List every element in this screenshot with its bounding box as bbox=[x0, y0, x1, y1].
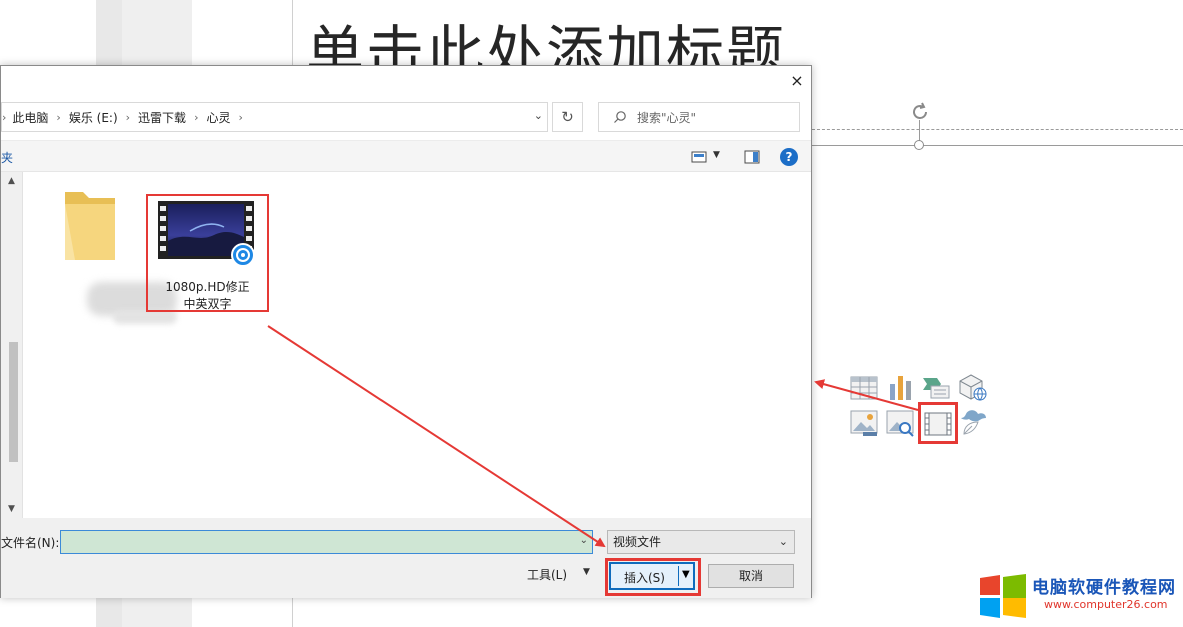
chevron-right-icon: › bbox=[194, 110, 199, 124]
view-options-dropdown-icon[interactable]: ▼ bbox=[713, 150, 720, 160]
chevron-down-icon[interactable]: ⌄ bbox=[580, 535, 588, 546]
split-divider bbox=[678, 566, 679, 586]
dialog-footer: 文件名(N): ⌄ 视频文件 ⌄ 工具(L) ▼ 插入(S) ▼ 取消 bbox=[1, 518, 811, 598]
chevron-down-icon: ⌄ bbox=[778, 535, 788, 548]
scroll-down-icon[interactable]: ▼ bbox=[8, 504, 15, 514]
help-icon[interactable]: ? bbox=[780, 148, 798, 166]
breadcrumb-this-pc[interactable]: 此电脑 bbox=[12, 109, 48, 126]
online-picture-icon[interactable] bbox=[885, 408, 915, 438]
search-input[interactable]: 搜索"心灵" bbox=[598, 102, 800, 132]
search-placeholder: 搜索"心灵" bbox=[637, 110, 697, 125]
video-filename: 1080p.HD修正 中英双字 bbox=[154, 279, 261, 313]
scroll-up-icon[interactable]: ▲ bbox=[8, 176, 15, 186]
title-box-border bbox=[812, 129, 1183, 130]
smartart-icon[interactable] bbox=[921, 372, 951, 402]
chevron-right-icon: › bbox=[56, 110, 61, 124]
video-file-item[interactable]: 1080p.HD修正 中英双字 bbox=[146, 194, 269, 312]
resize-handle[interactable] bbox=[914, 140, 924, 150]
picture-icon[interactable] bbox=[849, 408, 879, 438]
chevron-right-icon: › bbox=[125, 110, 131, 124]
address-bar[interactable]: › 此电脑 › 娱乐 (E:) › 迅雷下载 › 心灵 › ⌄ bbox=[1, 102, 548, 132]
search-icon bbox=[614, 111, 626, 123]
close-icon[interactable]: × bbox=[787, 71, 807, 91]
nav-pane-scrollbar[interactable]: ▲ ▼ bbox=[1, 172, 23, 518]
watermark-url: www.computer26.com bbox=[1044, 598, 1168, 611]
tools-dropdown-icon[interactable]: ▼ bbox=[583, 567, 590, 577]
refresh-button[interactable]: ↻ bbox=[552, 102, 583, 132]
breadcrumb-xinling[interactable]: 心灵 bbox=[206, 109, 230, 126]
tools-button[interactable]: 工具(L) bbox=[527, 566, 567, 583]
folder-icon bbox=[65, 192, 115, 260]
powerpoint-window: 单击此处添加标题 × › 此电脑 › 娱乐 (E:) › 迅雷下载 › 心灵 ›… bbox=[0, 0, 1183, 627]
video-icon-highlight bbox=[918, 402, 958, 444]
filename-field[interactable]: ⌄ bbox=[60, 530, 593, 554]
chart-icon[interactable] bbox=[886, 372, 916, 402]
folder-item[interactable] bbox=[61, 186, 177, 324]
table-icon[interactable] bbox=[849, 373, 879, 403]
rotate-handle-stem bbox=[919, 120, 920, 142]
scrollbar-thumb[interactable] bbox=[9, 342, 18, 462]
chevron-right-icon: › bbox=[2, 110, 7, 124]
chevron-down-icon[interactable]: ⌄ bbox=[534, 109, 543, 122]
view-options-icon[interactable] bbox=[691, 149, 707, 165]
3d-model-icon[interactable] bbox=[957, 372, 987, 402]
video-filename-line: 1080p.HD修正 bbox=[165, 280, 250, 294]
cancel-button[interactable]: 取消 bbox=[708, 564, 794, 588]
icons-icon[interactable] bbox=[958, 406, 988, 436]
insert-video-dialog: × › 此电脑 › 娱乐 (E:) › 迅雷下载 › 心灵 › ⌄ ↻ 搜索"心… bbox=[0, 65, 812, 598]
breadcrumb-xunlei-downloads[interactable]: 迅雷下载 bbox=[138, 109, 186, 126]
insert-dropdown-icon[interactable]: ▼ bbox=[682, 569, 690, 580]
file-list: 1080p.HD修正 中英双字 bbox=[23, 172, 811, 518]
dialog-toolbar: 夹 ▼ ? bbox=[1, 140, 811, 172]
chevron-right-icon: › bbox=[238, 110, 243, 124]
windows-logo bbox=[980, 574, 1026, 618]
insert-button-label: 插入(S) bbox=[624, 571, 665, 585]
new-folder-button[interactable]: 夹 bbox=[1, 149, 13, 166]
filename-label: 文件名(N): bbox=[1, 536, 60, 550]
preview-pane-icon[interactable] bbox=[744, 149, 760, 165]
file-type-value: 视频文件 bbox=[613, 535, 662, 549]
insert-button[interactable]: 插入(S) ▼ bbox=[609, 562, 695, 590]
watermark-title: 电脑软硬件教程网 bbox=[1032, 578, 1176, 598]
breadcrumb-drive-e[interactable]: 娱乐 (E:) bbox=[69, 109, 118, 126]
video-thumbnail bbox=[158, 201, 254, 267]
content-box-border bbox=[812, 145, 1183, 146]
rotate-handle-icon[interactable] bbox=[908, 100, 932, 124]
file-type-select[interactable]: 视频文件 ⌄ bbox=[607, 530, 795, 554]
video-filename-line: 中英双字 bbox=[183, 297, 232, 311]
refresh-icon: ↻ bbox=[561, 108, 574, 126]
